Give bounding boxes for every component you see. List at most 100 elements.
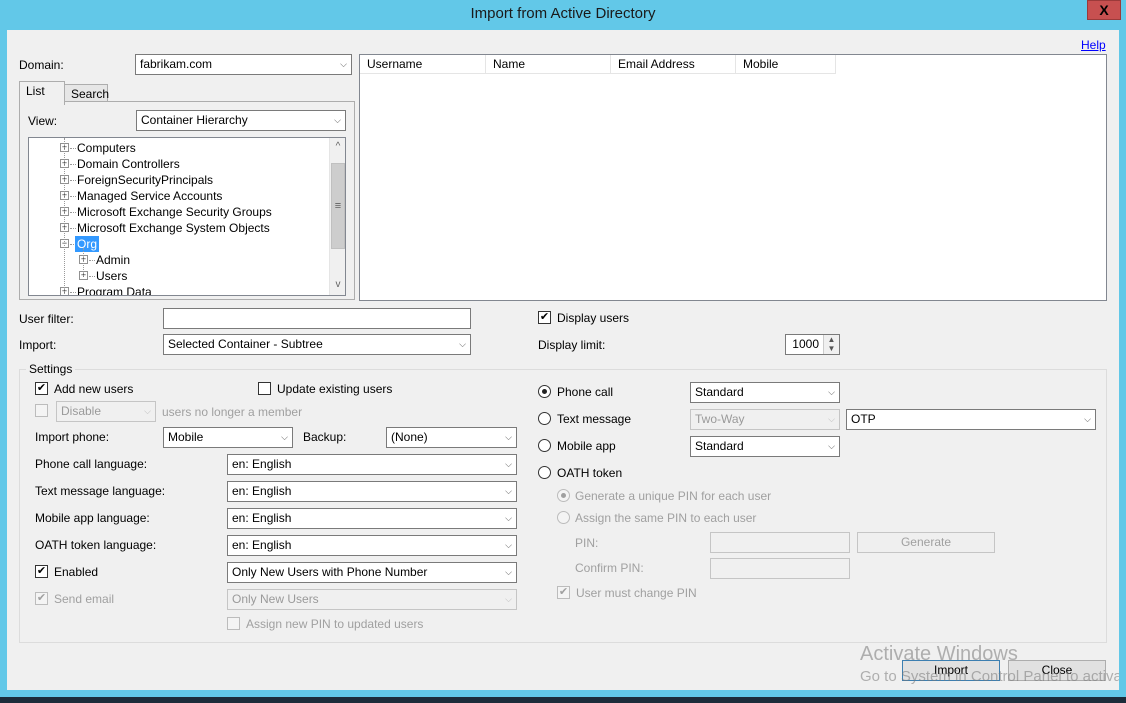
- tree-scrollbar[interactable]: ^ ≡ v: [329, 138, 345, 295]
- user-list[interactable]: Username Name Email Address Mobile: [359, 54, 1107, 301]
- taskbar-edge: [0, 697, 1126, 703]
- chevron-down-icon: ⌵: [505, 594, 512, 604]
- display-limit-stepper[interactable]: 1000 ▲ ▼: [785, 334, 840, 355]
- domain-value: fabrikam.com: [140, 57, 213, 71]
- tree-node[interactable]: + Users: [29, 268, 327, 284]
- chevron-down-icon: ⌵: [505, 486, 512, 496]
- text-message-mode-select[interactable]: Two-Way ⌵: [690, 409, 840, 430]
- disable-action-select[interactable]: Disable ⌵: [56, 401, 156, 422]
- update-existing-users-checkbox[interactable]: [258, 382, 271, 395]
- column-header-name[interactable]: Name: [486, 55, 611, 74]
- tree-node[interactable]: + Microsoft Exchange Security Groups: [29, 204, 327, 220]
- tab-list[interactable]: List: [19, 81, 65, 105]
- pin-input[interactable]: [710, 532, 850, 553]
- text-message-type-select[interactable]: OTP ⌵: [846, 409, 1096, 430]
- enabled-label: Enabled: [54, 565, 99, 579]
- spin-down-icon[interactable]: ▼: [824, 344, 839, 353]
- column-header-email[interactable]: Email Address: [611, 55, 736, 74]
- phone-call-radio[interactable]: [538, 385, 551, 398]
- tree-connector: [83, 248, 84, 276]
- oath-token-radio[interactable]: [538, 466, 551, 479]
- phone-call-language-label: Phone call language:: [35, 457, 148, 471]
- phone-call-mode-value: Standard: [695, 385, 744, 399]
- import-button[interactable]: Import: [902, 660, 1000, 681]
- close-button[interactable]: Close: [1008, 660, 1106, 681]
- chevron-down-icon: ⌵: [334, 115, 341, 125]
- user-must-change-pin-checkbox[interactable]: ✔: [557, 586, 570, 599]
- tree-node[interactable]: + Managed Service Accounts: [29, 188, 327, 204]
- send-email-scope-select[interactable]: Only New Users ⌵: [227, 589, 517, 610]
- disable-members-checkbox[interactable]: [35, 404, 48, 417]
- display-limit-label: Display limit:: [538, 338, 606, 352]
- confirm-pin-input[interactable]: [710, 558, 850, 579]
- tree-node-label: Computers: [77, 141, 136, 155]
- domain-select[interactable]: fabrikam.com ⌵: [135, 54, 352, 75]
- enabled-scope-value: Only New Users with Phone Number: [232, 565, 428, 579]
- help-link[interactable]: Help: [1081, 38, 1106, 52]
- display-users-checkbox[interactable]: ✔: [538, 311, 551, 324]
- scroll-thumb[interactable]: ≡: [331, 163, 345, 249]
- tree-node-label: ForeignSecurityPrincipals: [77, 173, 214, 187]
- enabled-scope-select[interactable]: Only New Users with Phone Number ⌵: [227, 562, 517, 583]
- text-message-language-select[interactable]: en: English ⌵: [227, 481, 517, 502]
- text-message-label: Text message: [557, 412, 632, 426]
- mobile-app-mode-select[interactable]: Standard ⌵: [690, 436, 840, 457]
- add-new-users-checkbox[interactable]: ✔: [35, 382, 48, 395]
- column-header-username[interactable]: Username: [360, 55, 486, 74]
- tree-node-label: Users: [96, 269, 128, 283]
- oath-token-language-select[interactable]: en: English ⌵: [227, 535, 517, 556]
- send-email-checkbox[interactable]: ✔: [35, 592, 48, 605]
- backup-value: (None): [391, 430, 428, 444]
- text-message-radio[interactable]: [538, 412, 551, 425]
- list-tab-panel: View: Container Hierarchy ⌵ + Program Dat…: [19, 101, 355, 300]
- generate-unique-pin-radio[interactable]: [557, 489, 570, 502]
- text-message-language-label: Text message language:: [35, 484, 166, 498]
- tree-node-label: Program Data: [77, 285, 152, 296]
- chevron-down-icon: ⌵: [144, 406, 151, 416]
- mobile-app-language-label: Mobile app language:: [35, 511, 150, 525]
- tree-node-label: Managed Service Accounts: [77, 189, 223, 203]
- spin-buttons: ▲ ▼: [823, 335, 839, 354]
- tree-node[interactable]: + Computers: [29, 140, 327, 156]
- close-window-button[interactable]: X: [1087, 0, 1121, 20]
- container-tree[interactable]: + Program Data + Users + Admin − Org + Microsoft …: [28, 137, 346, 296]
- import-phone-select[interactable]: Mobile ⌵: [163, 427, 293, 448]
- tree-node[interactable]: + Microsoft Exchange System Objects: [29, 220, 327, 236]
- phone-call-language-select[interactable]: en: English ⌵: [227, 454, 517, 475]
- spin-up-icon[interactable]: ▲: [824, 335, 839, 344]
- enabled-checkbox[interactable]: ✔: [35, 565, 48, 578]
- assign-same-pin-radio[interactable]: [557, 511, 570, 524]
- confirm-pin-label: Confirm PIN:: [575, 561, 644, 575]
- scroll-up-icon[interactable]: ^: [330, 138, 345, 155]
- mobile-app-mode-value: Standard: [695, 439, 744, 453]
- column-header-mobile[interactable]: Mobile: [736, 55, 836, 74]
- chevron-down-icon: ⌵: [828, 441, 835, 451]
- scroll-down-icon[interactable]: v: [330, 276, 345, 293]
- assign-new-pin-checkbox[interactable]: [227, 617, 240, 630]
- send-email-label: Send email: [54, 592, 115, 606]
- tree-node[interactable]: + ForeignSecurityPrincipals: [29, 172, 327, 188]
- mobile-app-radio[interactable]: [538, 439, 551, 452]
- import-scope-value: Selected Container - Subtree: [168, 337, 323, 351]
- mobile-app-language-select[interactable]: en: English ⌵: [227, 508, 517, 529]
- phone-call-label: Phone call: [557, 385, 614, 399]
- tree-node[interactable]: + Program Data: [29, 284, 327, 296]
- assign-same-pin-label: Assign the same PIN to each user: [575, 511, 757, 525]
- tree-node[interactable]: + Domain Controllers: [29, 156, 327, 172]
- tree-node[interactable]: + Admin: [29, 252, 327, 268]
- view-select[interactable]: Container Hierarchy ⌵: [136, 110, 346, 131]
- oath-token-language-label: OATH token language:: [35, 538, 157, 552]
- user-filter-input[interactable]: [163, 308, 471, 329]
- assign-new-pin-label: Assign new PIN to updated users: [246, 617, 424, 631]
- user-filter-label: User filter:: [19, 312, 74, 326]
- import-scope-select[interactable]: Selected Container - Subtree ⌵: [163, 334, 471, 355]
- oath-token-language-value: en: English: [232, 538, 292, 552]
- tree-node[interactable]: − Org: [29, 236, 327, 252]
- backup-select[interactable]: (None) ⌵: [386, 427, 517, 448]
- chevron-down-icon: ⌵: [505, 540, 512, 550]
- chevron-down-icon: ⌵: [505, 432, 512, 442]
- text-message-type-value: OTP: [851, 412, 876, 426]
- phone-call-mode-select[interactable]: Standard ⌵: [690, 382, 840, 403]
- generate-pin-button[interactable]: Generate: [857, 532, 995, 553]
- chevron-down-icon: ⌵: [505, 459, 512, 469]
